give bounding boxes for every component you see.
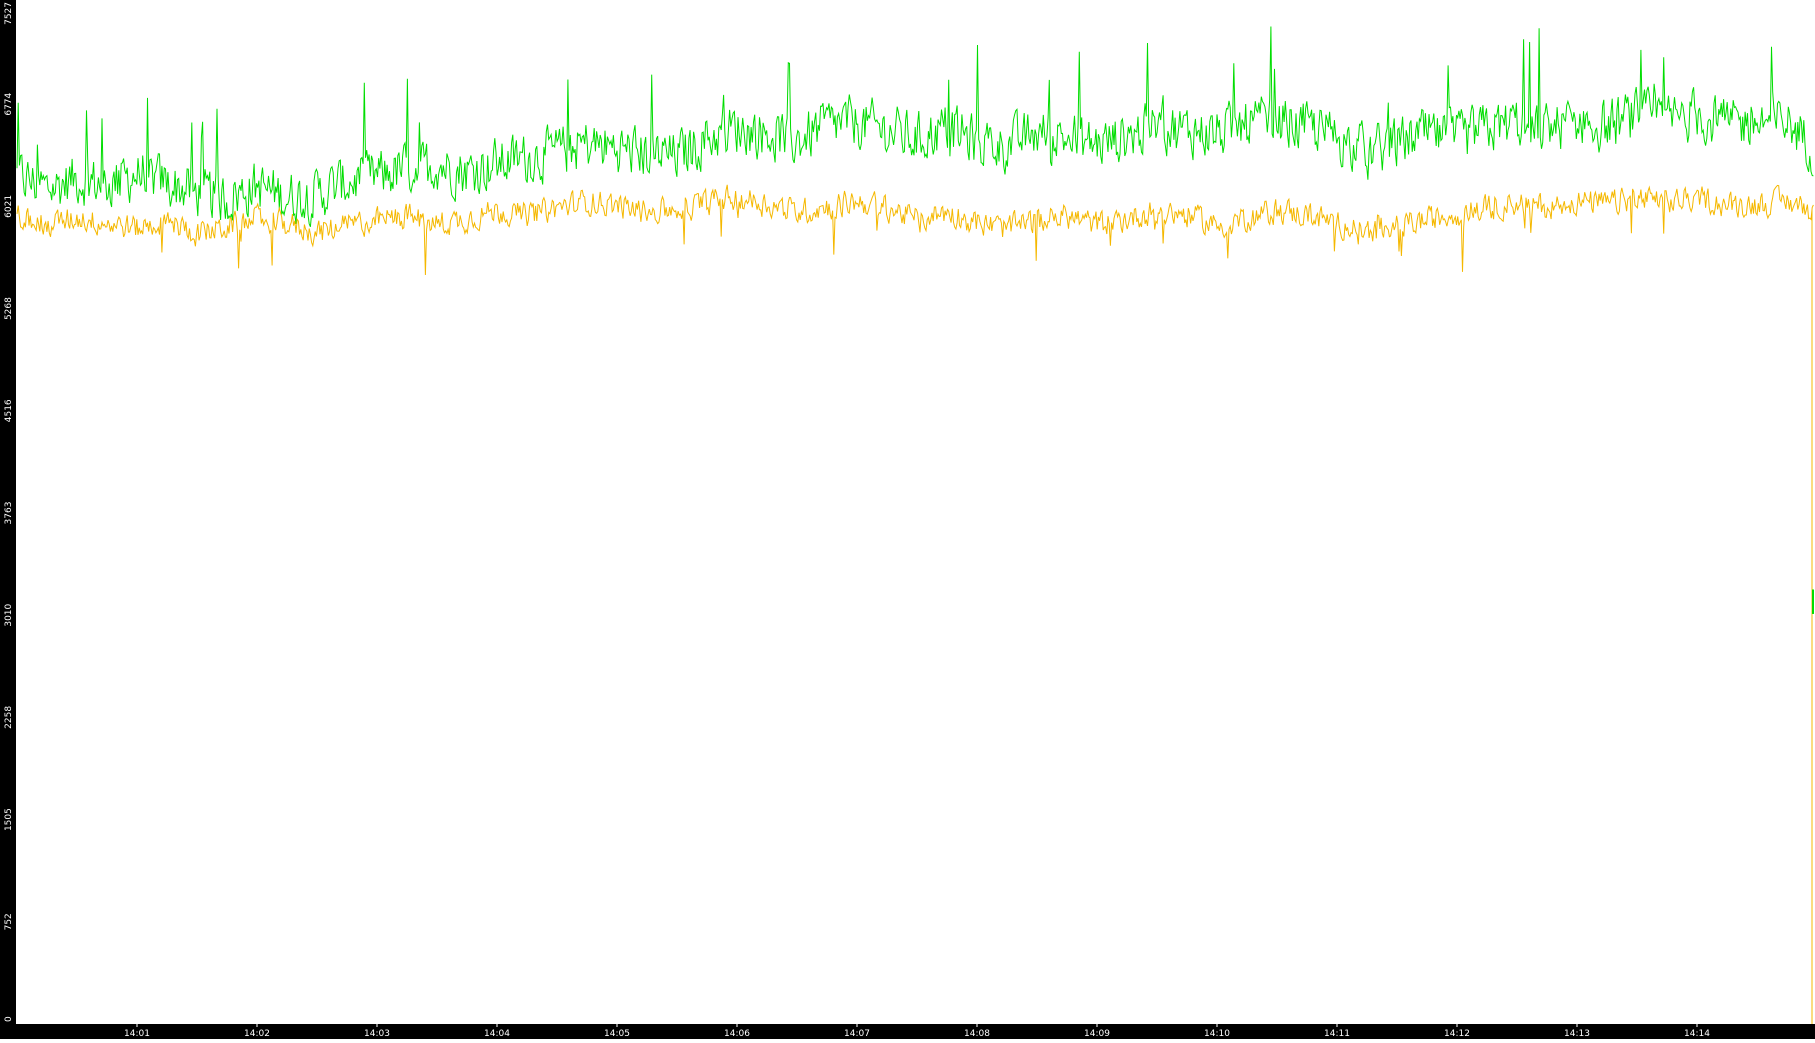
- x-tick-label: 14:12: [1444, 1029, 1470, 1039]
- y-tick-label: 2258: [4, 706, 14, 729]
- plot-background: [0, 0, 1815, 1039]
- y-tick-label: 6021: [4, 195, 14, 218]
- x-tick-label: 14:08: [964, 1029, 990, 1039]
- x-tick-label: 14:07: [844, 1029, 870, 1039]
- y-tick-label: 7527: [4, 2, 14, 25]
- y-tick-label: 3763: [4, 502, 14, 525]
- x-tick-label: 14:09: [1084, 1029, 1110, 1039]
- y-tick-label: 6774: [4, 92, 14, 115]
- time-series-chart: 0 752 1505 2258 3010 3763 4516 5268 6021 6774 7527…: [0, 0, 1815, 1039]
- x-tick-label: 14:13: [1564, 1029, 1590, 1039]
- y-tick-label: 3010: [4, 603, 14, 626]
- x-tick-label: 14:04: [484, 1029, 510, 1039]
- x-axis-band: [0, 1024, 1815, 1039]
- x-tick-label: 14:01: [124, 1029, 150, 1039]
- y-tick-label: 0: [4, 1016, 14, 1022]
- y-tick-label: 4516: [4, 399, 14, 422]
- x-tick-label: 14:05: [604, 1029, 630, 1039]
- y-tick-label: 5268: [4, 297, 14, 320]
- x-tick-label: 14:14: [1684, 1029, 1710, 1039]
- x-tick-label: 14:10: [1204, 1029, 1230, 1039]
- y-tick-label: 1505: [4, 808, 14, 831]
- x-tick-label: 14:02: [244, 1029, 270, 1039]
- x-tick-label: 14:06: [724, 1029, 750, 1039]
- x-tick-label: 14:03: [364, 1029, 390, 1039]
- y-tick-label: 752: [4, 913, 14, 930]
- x-tick-label: 14:11: [1324, 1029, 1350, 1039]
- chart-canvas: 0 752 1505 2258 3010 3763 4516 5268 6021 6774 7527…: [0, 0, 1815, 1039]
